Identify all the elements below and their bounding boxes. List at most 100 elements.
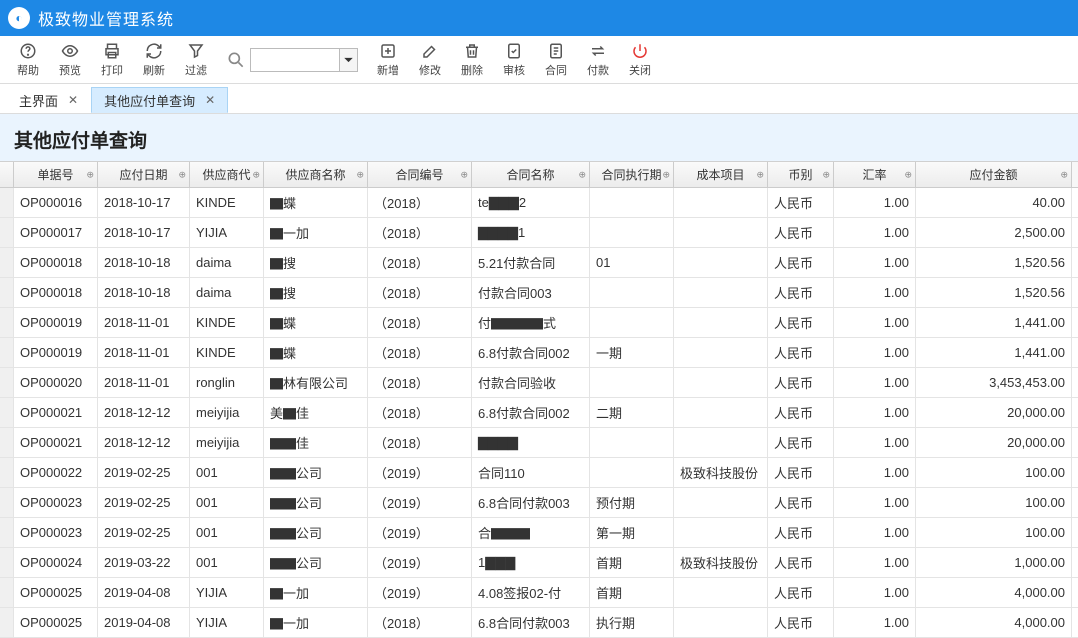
cell-amount: 1,520.56 — [916, 278, 1072, 307]
pin-icon[interactable]: ⊕ — [356, 169, 364, 180]
table-row[interactable]: OP0000212018-12-12meiyijia美▇佳（2018）6.8付款… — [0, 398, 1078, 428]
search-input[interactable] — [250, 48, 340, 72]
cell-contract-code: （2018） — [368, 398, 472, 427]
filter-button[interactable]: 过滤 — [176, 39, 216, 81]
cell-cost-item — [674, 518, 768, 547]
pin-icon[interactable]: ⊕ — [86, 169, 94, 180]
tab-query[interactable]: 其他应付单查询✕ — [91, 87, 228, 113]
cell-amount: 1,000.00 — [916, 548, 1072, 577]
cell-contract-name: 5.21付款合同 — [472, 248, 590, 277]
preview-button[interactable]: 预览 — [50, 39, 90, 81]
table-row[interactable]: OP0000192018-11-01KINDE▇蝶（2018）6.8付款合同00… — [0, 338, 1078, 368]
contract-button[interactable]: 合同 — [536, 39, 576, 81]
cell-supplier-name: ▇一加 — [264, 578, 368, 607]
edit-button[interactable]: 修改 — [410, 39, 450, 81]
cell-date: 2019-02-25 — [98, 458, 190, 487]
cell-cost-item — [674, 218, 768, 247]
search-dropdown[interactable] — [340, 48, 358, 72]
pin-icon[interactable]: ⊕ — [756, 169, 764, 180]
cell-rate: 1.00 — [834, 428, 916, 457]
pin-icon[interactable]: ⊕ — [662, 169, 670, 180]
audit-button[interactable]: 审核 — [494, 39, 534, 81]
col-header[interactable]: 合同执行期⊕ — [590, 162, 674, 187]
pay-button[interactable]: 付款 — [578, 39, 618, 81]
cell-contract-code: （2018） — [368, 278, 472, 307]
cell-supplier-code: 001 — [190, 518, 264, 547]
trash-icon — [463, 42, 481, 60]
close-button[interactable]: 关闭 — [620, 39, 660, 81]
cell-contract-period — [590, 308, 674, 337]
cell-supplier-name: ▇蝶 — [264, 188, 368, 217]
col-header[interactable]: 合同编号⊕ — [368, 162, 472, 187]
cell-amount: 4,000.00 — [916, 578, 1072, 607]
cell-supplier-code: KINDE — [190, 308, 264, 337]
row-gutter — [0, 218, 14, 247]
col-header[interactable]: 单据号⊕ — [14, 162, 98, 187]
col-header[interactable]: 应付日期⊕ — [98, 162, 190, 187]
cell-rate: 1.00 — [834, 578, 916, 607]
cell-supplier-code: YIJIA — [190, 578, 264, 607]
pin-icon[interactable]: ⊕ — [904, 169, 912, 180]
col-header[interactable]: 应付金额⊕ — [916, 162, 1072, 187]
pin-icon[interactable]: ⊕ — [460, 169, 468, 180]
cell-currency: 人民币 — [768, 218, 834, 247]
table-row[interactable]: OP0000252019-04-08YIJIA▇一加（2018）6.8合同付款0… — [0, 608, 1078, 638]
toolbar: 帮助 预览 打印 刷新 过滤 新增 修改 删除 审核 合同 付款 关闭 — [0, 36, 1078, 84]
table-row[interactable]: OP0000182018-10-18daima▇搜（2018）5.21付款合同0… — [0, 248, 1078, 278]
cell-bill-no: OP000022 — [14, 458, 98, 487]
tab-main[interactable]: 主界面✕ — [6, 87, 91, 113]
table-row[interactable]: OP0000162018-10-17KINDE▇蝶（2018）te▇▇▇2人民币… — [0, 188, 1078, 218]
tab-close-icon[interactable]: ✕ — [68, 93, 78, 107]
table-row[interactable]: OP0000232019-02-25001▇▇公司（2019）合▇▇▇第一期人民… — [0, 518, 1078, 548]
table-row[interactable]: OP0000242019-03-22001▇▇公司（2019）1▇▇▇首期极致科… — [0, 548, 1078, 578]
table-row[interactable]: OP0000232019-02-25001▇▇公司（2019）6.8合同付款00… — [0, 488, 1078, 518]
col-header[interactable]: 成本项目⊕ — [674, 162, 768, 187]
page-header: 其他应付单查询 — [0, 114, 1078, 162]
cell-contract-name: 6.8付款合同002 — [472, 398, 590, 427]
cell-amount: 1,520.56 — [916, 248, 1072, 277]
table-row[interactable]: OP0000222019-02-25001▇▇公司（2019）合同110极致科技… — [0, 458, 1078, 488]
add-button[interactable]: 新增 — [368, 39, 408, 81]
tab-close-icon[interactable]: ✕ — [205, 93, 215, 107]
print-button[interactable]: 打印 — [92, 39, 132, 81]
cell-bill-no: OP000019 — [14, 338, 98, 367]
cell-contract-code: （2018） — [368, 308, 472, 337]
table-row[interactable]: OP0000172018-10-17YIJIA▇一加（2018）▇▇▇▇1人民币… — [0, 218, 1078, 248]
cell-supplier-name: ▇▇公司 — [264, 488, 368, 517]
cell-currency: 人民币 — [768, 368, 834, 397]
search-icon — [226, 50, 246, 70]
col-header[interactable]: 汇率⊕ — [834, 162, 916, 187]
cell-currency: 人民币 — [768, 548, 834, 577]
row-gutter — [0, 428, 14, 457]
table-row[interactable]: OP0000182018-10-18daima▇搜（2018）付款合同003人民… — [0, 278, 1078, 308]
page-title: 其他应付单查询 — [14, 126, 1064, 153]
eye-icon — [61, 42, 79, 60]
refresh-button[interactable]: 刷新 — [134, 39, 174, 81]
cell-rate: 1.00 — [834, 458, 916, 487]
col-header[interactable]: 供应商名称⊕ — [264, 162, 368, 187]
row-gutter — [0, 458, 14, 487]
cell-bill-no: OP000020 — [14, 368, 98, 397]
col-header[interactable]: 币别⊕ — [768, 162, 834, 187]
cell-contract-code: （2019） — [368, 548, 472, 577]
table-row[interactable]: OP0000252019-04-08YIJIA▇一加（2019）4.08签报02… — [0, 578, 1078, 608]
cell-amount: 2,500.00 — [916, 218, 1072, 247]
col-header[interactable]: 合同名称⊕ — [472, 162, 590, 187]
help-button[interactable]: 帮助 — [8, 39, 48, 81]
pin-icon[interactable]: ⊕ — [252, 169, 260, 180]
table-row[interactable]: OP0000192018-11-01KINDE▇蝶（2018）付▇▇▇▇式人民币… — [0, 308, 1078, 338]
pin-icon[interactable]: ⊕ — [578, 169, 586, 180]
delete-button[interactable]: 删除 — [452, 39, 492, 81]
pin-icon[interactable]: ⊕ — [822, 169, 830, 180]
row-gutter — [0, 368, 14, 397]
pin-icon[interactable]: ⊕ — [1060, 169, 1068, 180]
table-row[interactable]: OP0000212018-12-12meiyijia▇▇佳（2018）▇▇▇▇人… — [0, 428, 1078, 458]
table-row[interactable]: OP0000202018-11-01ronglin▇林有限公司（2018）付款合… — [0, 368, 1078, 398]
col-header[interactable]: 供应商代⊕ — [190, 162, 264, 187]
pin-icon[interactable]: ⊕ — [178, 169, 186, 180]
cell-contract-name: ▇▇▇▇ — [472, 428, 590, 457]
row-gutter — [0, 338, 14, 367]
cell-contract-code: （2019） — [368, 578, 472, 607]
cell-contract-name: 付款合同003 — [472, 278, 590, 307]
cell-amount: 20,000.00 — [916, 428, 1072, 457]
